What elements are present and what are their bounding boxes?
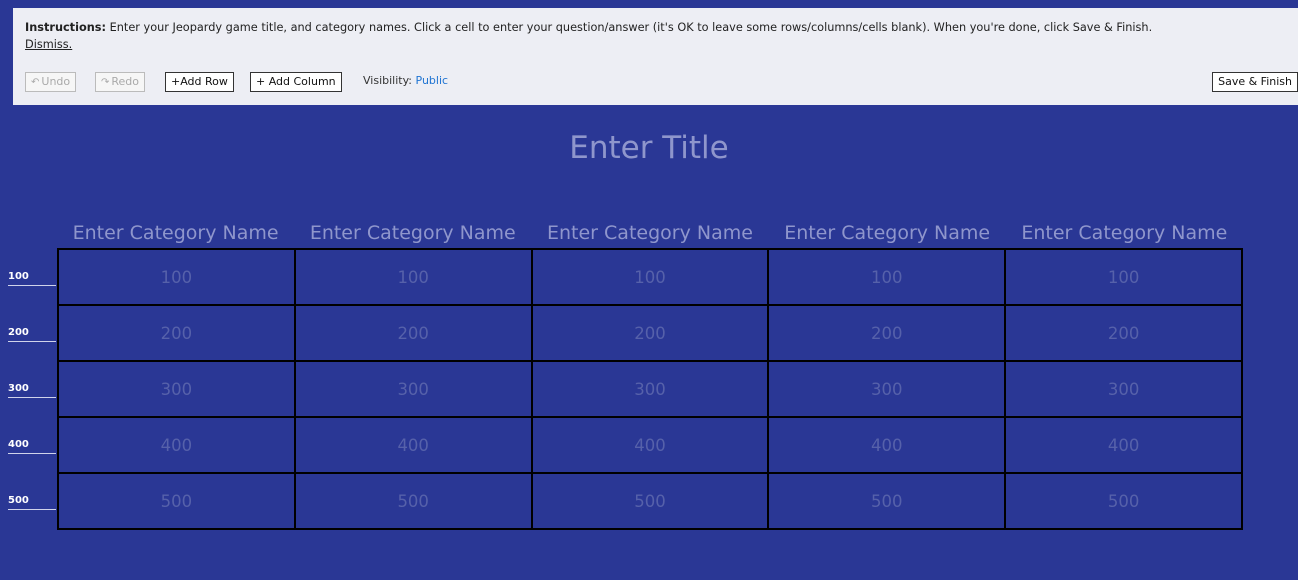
board-cell[interactable]: 500	[768, 473, 1006, 529]
undo-button[interactable]: ↶ Undo	[25, 72, 77, 92]
row-label-divider	[8, 341, 56, 342]
category-name-2[interactable]: Enter Category Name	[294, 222, 531, 244]
redo-button[interactable]: ↷ Redo	[95, 72, 146, 92]
category-row: Enter Category Name Enter Category Name …	[57, 222, 1243, 244]
category-name-1[interactable]: Enter Category Name	[57, 222, 294, 244]
row-label-divider	[8, 509, 56, 510]
category-name-5[interactable]: Enter Category Name	[1006, 222, 1243, 244]
board-cell[interactable]: 300	[294, 361, 532, 417]
visibility-setting: Visibility: Public	[363, 74, 448, 87]
visibility-label: Visibility:	[363, 74, 416, 87]
row-label: 500	[8, 472, 56, 528]
row-label-divider	[8, 397, 56, 398]
row-label-text: 500	[8, 495, 29, 506]
row-label: 300	[8, 360, 56, 416]
instructions-text: Instructions: Enter your Jeopardy game t…	[25, 20, 1295, 36]
add-column-button[interactable]: + Add Column	[250, 72, 342, 92]
row-label-text: 100	[8, 271, 29, 282]
board-cell[interactable]: 100	[294, 249, 532, 305]
row-label-text: 300	[8, 383, 29, 394]
board-cell[interactable]: 100	[531, 249, 769, 305]
board-cell[interactable]: 300	[768, 361, 1006, 417]
board-cell[interactable]: 300	[58, 361, 295, 417]
jeopardy-board: 100 100 100 100 100 200 200 200 200 200 …	[57, 248, 1243, 530]
board-cell[interactable]: 400	[768, 417, 1006, 473]
instructions-body: Enter your Jeopardy game title, and cate…	[106, 21, 1153, 34]
board-cell[interactable]: 100	[768, 249, 1006, 305]
redo-icon: ↷	[101, 77, 110, 88]
board-cell[interactable]: 200	[768, 305, 1006, 361]
board-cell[interactable]: 100	[58, 249, 295, 305]
board-cell[interactable]: 500	[531, 473, 769, 529]
board-cell[interactable]: 400	[1005, 417, 1242, 473]
board-cell[interactable]: 200	[294, 305, 532, 361]
undo-icon: ↶	[31, 77, 40, 88]
category-name-4[interactable]: Enter Category Name	[769, 222, 1006, 244]
instructions-label: Instructions:	[25, 21, 106, 34]
game-title-input[interactable]: Enter Title	[0, 130, 1298, 166]
board-cell[interactable]: 300	[531, 361, 769, 417]
category-name-3[interactable]: Enter Category Name	[531, 222, 768, 244]
redo-label: Redo	[111, 75, 140, 88]
board-cell[interactable]: 300	[1005, 361, 1242, 417]
board-cell[interactable]: 500	[294, 473, 532, 529]
board-cell[interactable]: 100	[1005, 249, 1242, 305]
board-cell[interactable]: 400	[58, 417, 295, 473]
board-cell[interactable]: 400	[531, 417, 769, 473]
row-label: 100	[8, 248, 56, 304]
row-label-text: 200	[8, 327, 29, 338]
row-labels: 100 200 300 400 500	[8, 248, 56, 528]
board-cell[interactable]: 400	[294, 417, 532, 473]
add-row-button[interactable]: +Add Row	[165, 72, 234, 92]
board-cell[interactable]: 200	[58, 305, 295, 361]
row-label-divider	[8, 453, 56, 454]
row-label-text: 400	[8, 439, 29, 450]
board-cell[interactable]: 500	[58, 473, 295, 529]
instructions-bar: Instructions: Enter your Jeopardy game t…	[13, 8, 1298, 105]
board-cell[interactable]: 200	[531, 305, 769, 361]
board-cell[interactable]: 500	[1005, 473, 1242, 529]
dismiss-link[interactable]: Dismiss.	[25, 38, 72, 51]
row-label: 400	[8, 416, 56, 472]
undo-label: Undo	[41, 75, 71, 88]
save-finish-button[interactable]: Save & Finish	[1212, 72, 1298, 92]
visibility-link[interactable]: Public	[416, 74, 449, 87]
row-label-divider	[8, 285, 56, 286]
row-label: 200	[8, 304, 56, 360]
board-cell[interactable]: 200	[1005, 305, 1242, 361]
